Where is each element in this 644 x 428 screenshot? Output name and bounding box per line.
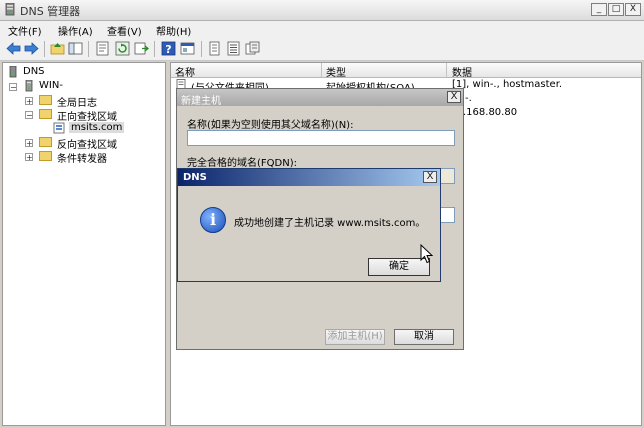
restore-button[interactable]: □ [608, 3, 624, 16]
cancel-button[interactable]: 取消 [394, 329, 454, 345]
expand-icon[interactable]: + [25, 153, 33, 162]
dialog-title-bar[interactable]: 新建主机 X [177, 89, 463, 107]
tree-item-label: 正向查找区域 [57, 112, 117, 123]
column-divider[interactable] [321, 63, 322, 77]
menu-action[interactable]: 操作(A) [58, 23, 93, 38]
dns-message-dialog: DNS X i 成功地创建了主机记录 www.msits.com。 确定 [177, 168, 441, 282]
column-header-data[interactable]: 数据 [452, 64, 472, 79]
zone-icon [53, 122, 65, 134]
cell-data: -. [465, 93, 472, 104]
expand-icon[interactable]: + [25, 97, 33, 106]
fqdn-label: 完全合格的域名(FQDN): [187, 158, 297, 169]
forward-arrow-icon[interactable] [24, 41, 39, 56]
dialog-title: DNS [183, 172, 207, 183]
tree-item-label: WIN- [39, 80, 63, 91]
console-tree[interactable]: DNS − WIN- + 全局日志 − 正向查找区域 msits.com + 反… [2, 62, 166, 426]
minimize-button[interactable]: _ [591, 3, 607, 16]
refresh-icon[interactable] [115, 41, 130, 56]
message-text: 成功地创建了主机记录 www.msits.com。 [234, 218, 426, 229]
console-tree-icon[interactable] [68, 41, 83, 56]
up-folder-icon[interactable] [50, 41, 65, 56]
folder-icon [39, 95, 52, 105]
folder-icon [39, 137, 52, 147]
title-bar[interactable]: DNS 管理器 _ □ X [0, 0, 644, 21]
menu-view[interactable]: 查看(V) [107, 23, 142, 38]
toolbar: ? [0, 38, 644, 61]
tree-item-label: DNS [23, 66, 45, 77]
app-window: DNS 管理器 _ □ X 文件(F) 操作(A) 查看(V) 帮助(H) ? … [0, 0, 644, 428]
console-icon[interactable] [180, 41, 195, 56]
column-divider[interactable] [446, 63, 447, 77]
tree-item-label: 全局日志 [57, 98, 97, 109]
toolbar-separator [44, 41, 45, 57]
name-input[interactable] [187, 130, 455, 146]
dns-root-icon [9, 66, 17, 78]
name-label: 名称(如果为空则使用其父域名称)(N): [187, 120, 354, 131]
list-detail-icon[interactable] [226, 41, 241, 56]
filter-icon[interactable] [245, 41, 260, 56]
properties-icon[interactable] [95, 41, 110, 56]
toolbar-separator [88, 41, 89, 57]
add-host-button[interactable]: 添加主机(H) [325, 329, 385, 345]
tree-item-label: 条件转发器 [57, 154, 107, 165]
window-title: DNS 管理器 [20, 5, 81, 18]
collapse-icon[interactable]: − [9, 83, 17, 92]
cell-data: [1], win-., hostmaster. [452, 79, 563, 90]
close-button[interactable]: X [447, 91, 461, 103]
close-button[interactable]: X [423, 171, 437, 183]
menu-bar: 文件(F) 操作(A) 查看(V) 帮助(H) [0, 21, 644, 38]
list-icon[interactable] [207, 41, 222, 56]
toolbar-separator [201, 41, 202, 57]
menu-help[interactable]: 帮助(H) [156, 23, 191, 38]
help-icon[interactable]: ? [161, 41, 176, 56]
svg-text:?: ? [165, 43, 171, 56]
column-header-type[interactable]: 类型 [326, 64, 346, 79]
tree-item-label: 反向查找区域 [57, 140, 117, 151]
list-header: 名称 类型 数据 [171, 63, 641, 79]
export-icon[interactable] [134, 41, 149, 56]
dialog-title: 新建主机 [181, 96, 221, 107]
back-arrow-icon[interactable] [6, 41, 21, 56]
cell-data: .168.80.80 [463, 107, 518, 118]
server-icon [25, 80, 33, 92]
folder-icon [39, 151, 52, 161]
dialog-title-bar[interactable]: DNS X [178, 169, 440, 186]
toolbar-separator [154, 41, 155, 57]
close-button[interactable]: X [625, 3, 641, 16]
collapse-icon[interactable]: − [25, 111, 33, 120]
folder-icon [39, 109, 52, 119]
menu-file[interactable]: 文件(F) [8, 23, 42, 38]
info-icon: i [200, 207, 226, 233]
column-header-name[interactable]: 名称 [175, 64, 195, 79]
mouse-cursor-icon [420, 244, 434, 264]
tree-item-label: msits.com [69, 122, 125, 133]
expand-icon[interactable]: + [25, 139, 33, 148]
dns-server-icon [5, 3, 15, 16]
